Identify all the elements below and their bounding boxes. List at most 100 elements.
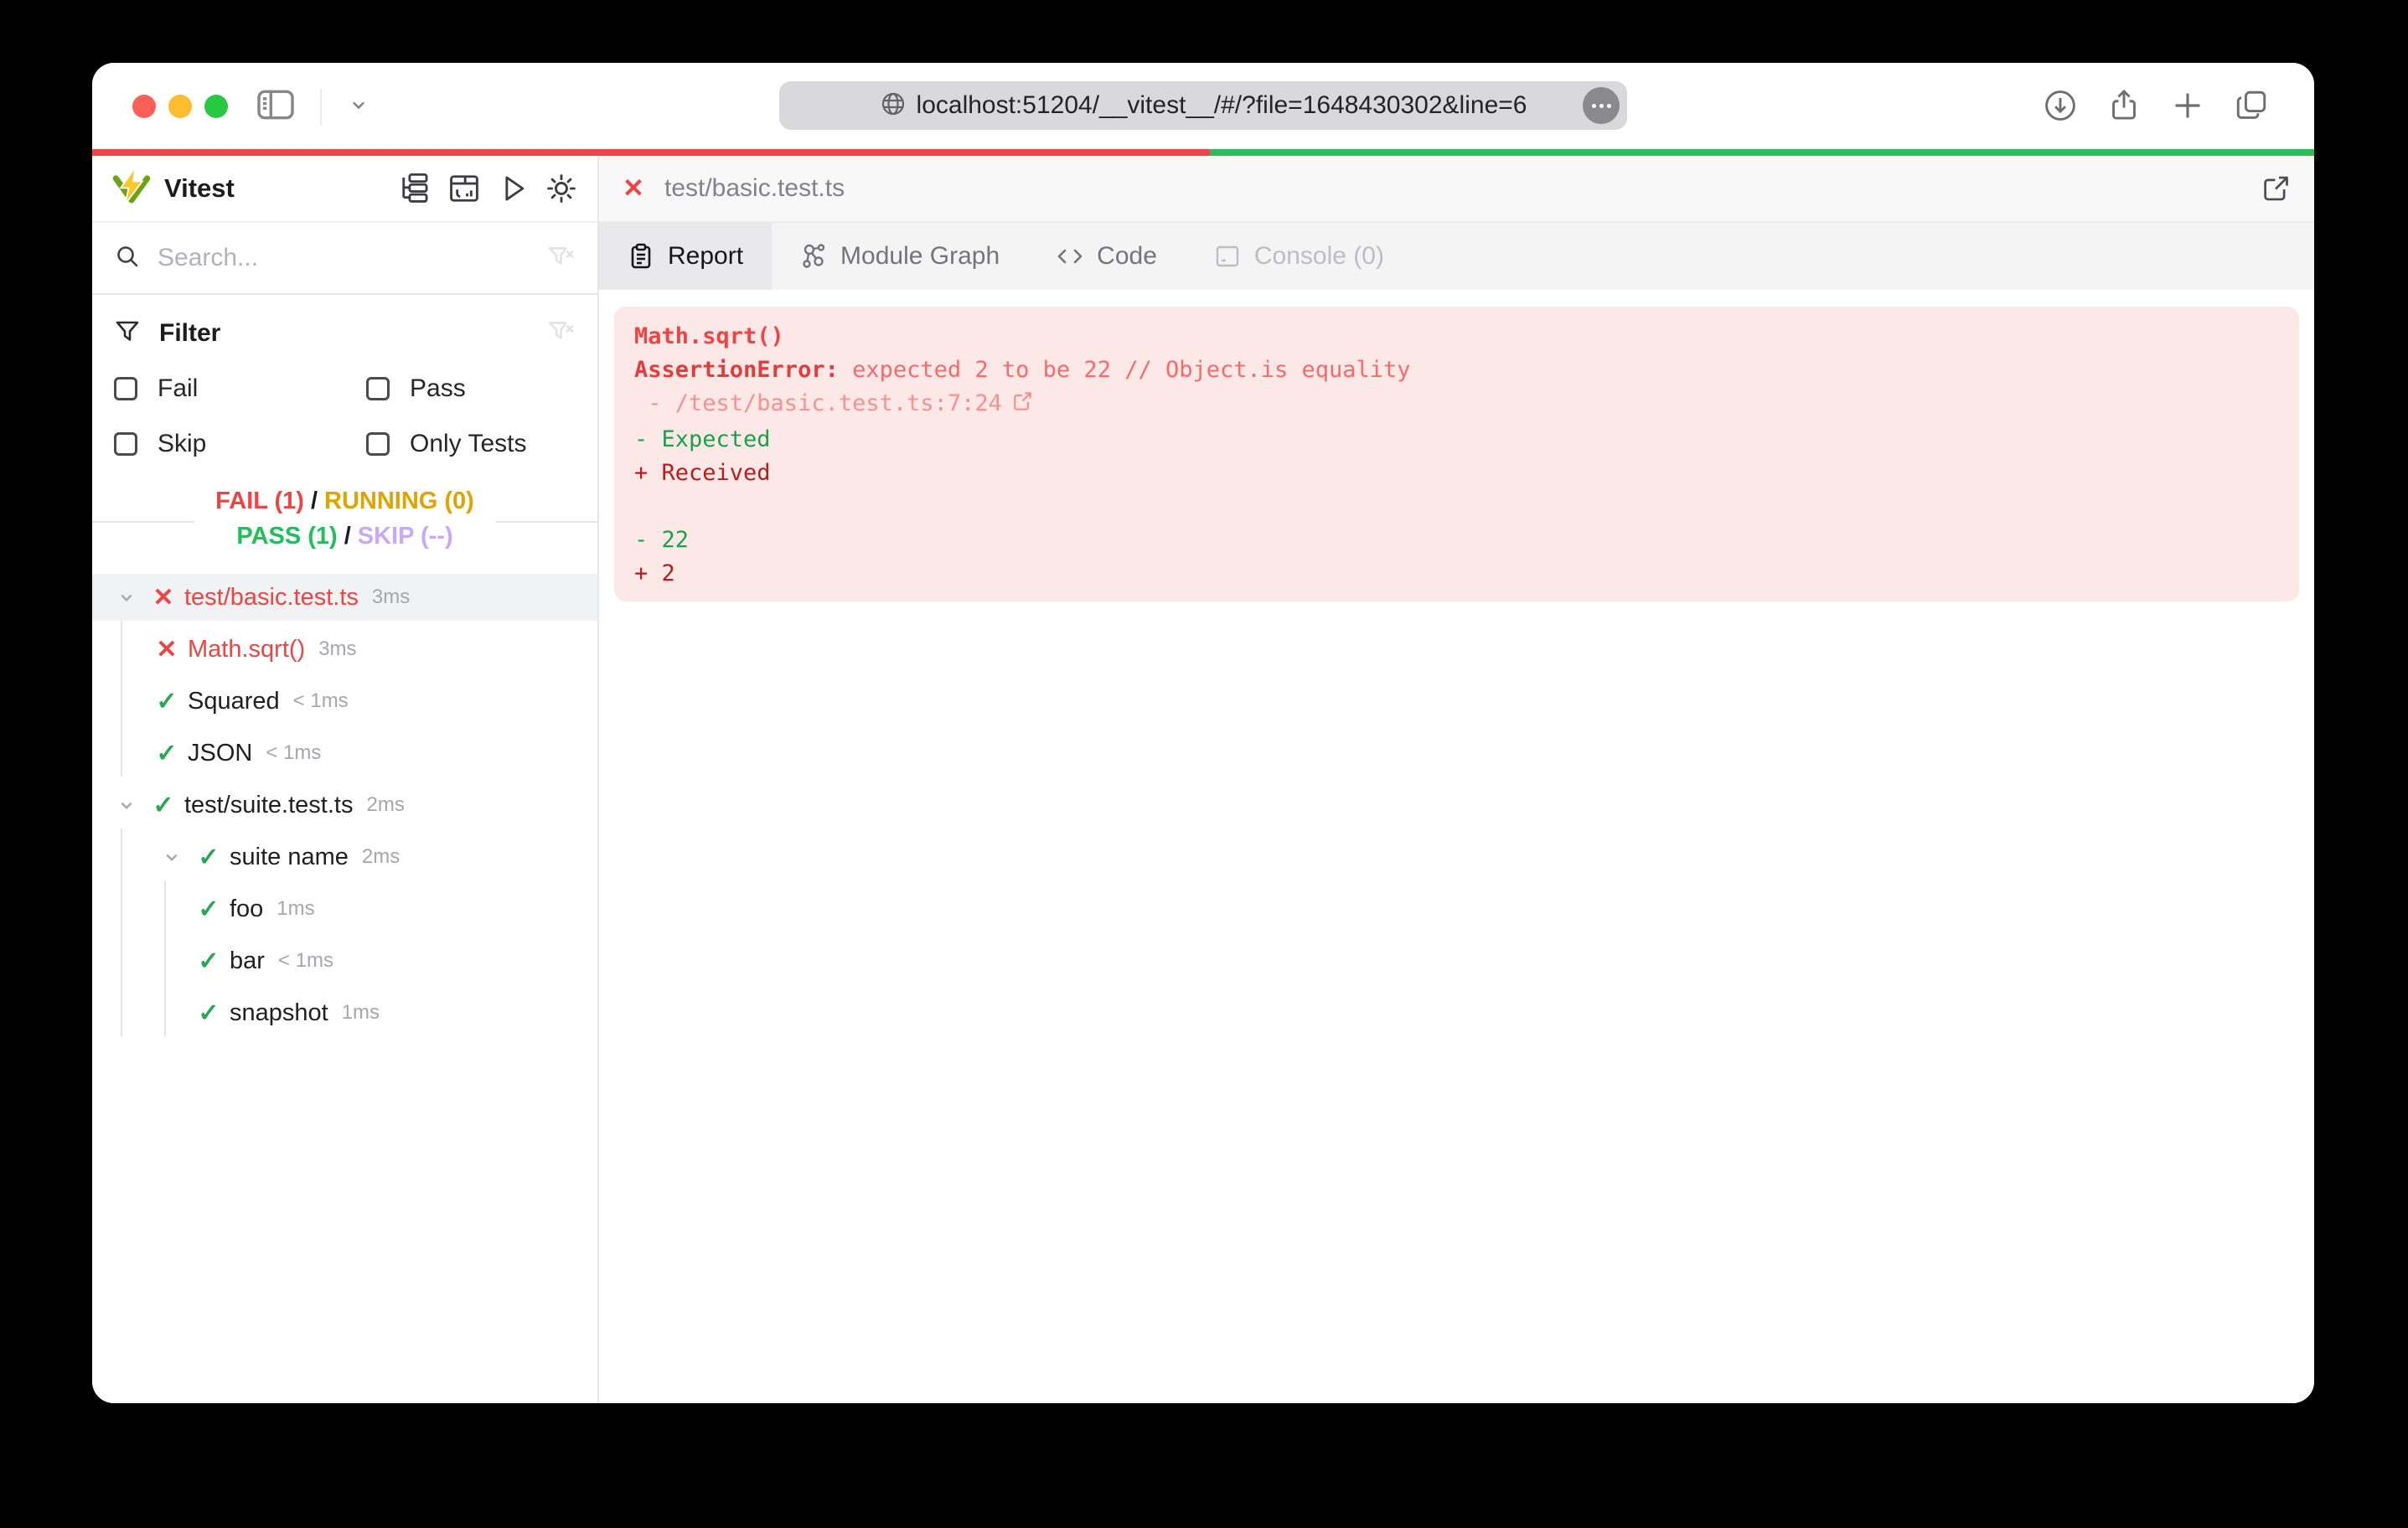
test-duration: 2ms	[361, 845, 400, 868]
tab-code[interactable]: Code	[1028, 223, 1186, 290]
toolbar-separator	[320, 88, 322, 126]
test-name: snapshot	[230, 999, 328, 1026]
checkbox	[366, 377, 390, 400]
tab-overview-icon[interactable]	[2234, 88, 2269, 127]
tab-module-graph-label: Module Graph	[840, 242, 1000, 270]
diff-expected-value: - 22	[634, 527, 690, 553]
test-name: Squared	[188, 687, 280, 715]
open-in-editor-icon[interactable]	[2261, 173, 2291, 204]
failed-test-title: Math.sqrt()	[634, 323, 784, 349]
tab-report[interactable]: Report	[599, 223, 773, 290]
clear-filters-icon[interactable]	[547, 317, 576, 349]
tab-console: Console (0)	[1186, 223, 1413, 290]
stack-trace-line: - /test/basic.test.ts:7:24	[634, 387, 2279, 423]
dashboard-icon[interactable]	[448, 173, 480, 204]
report-content: Math.sqrt() AssertionError: expected 2 t…	[599, 290, 2314, 1403]
running-count: RUNNING (0)	[324, 488, 474, 514]
tree-item-test[interactable]: ✓ foo 1ms	[92, 885, 597, 932]
sidebar: Vitest Search... Filter Fail Pass Skip O…	[92, 156, 599, 1403]
tree-item-suite[interactable]: ✓ suite name 2ms	[92, 834, 597, 880]
pass-icon: ✓	[152, 791, 174, 819]
zoom-window-button[interactable]	[204, 95, 228, 118]
tree-item-test[interactable]: ✕ Math.sqrt() 3ms	[92, 626, 597, 673]
test-name: test/suite.test.ts	[184, 791, 354, 818]
diff-blank-line	[634, 490, 2279, 524]
test-name: foo	[230, 895, 264, 922]
sidebar-header: Vitest	[92, 156, 597, 223]
tree-item-test[interactable]: ✓ Squared < 1ms	[92, 678, 597, 725]
test-tree: ✕ test/basic.test.ts 3ms ✕ Math.sqrt() 3…	[92, 560, 597, 1403]
tab-console-label: Console (0)	[1253, 242, 1384, 270]
report-icon	[628, 243, 654, 270]
tree-item-file-suite[interactable]: ✓ test/suite.test.ts 2ms	[92, 782, 597, 829]
test-duration: < 1ms	[292, 689, 349, 712]
pass-icon: ✓	[156, 739, 178, 767]
test-name: JSON	[188, 739, 253, 767]
tree-item-test[interactable]: ✓ snapshot 1ms	[92, 989, 597, 1036]
test-name: suite name	[230, 843, 349, 870]
vitest-logo-icon	[112, 167, 151, 210]
tree-item-file-basic[interactable]: ✕ test/basic.test.ts 3ms	[92, 574, 597, 621]
open-file-tab: ✕ test/basic.test.ts	[599, 156, 2314, 223]
tab-module-graph[interactable]: Module Graph	[772, 223, 1028, 290]
test-progress-bar	[92, 149, 2314, 156]
search-icon	[114, 243, 141, 274]
tree-view-toggle-icon[interactable]	[400, 173, 431, 204]
globe-icon	[880, 90, 907, 121]
filter-only-tests-checkbox[interactable]: Only Tests	[366, 430, 576, 458]
test-duration: 1ms	[276, 897, 315, 920]
filter-fail-label: Fail	[158, 374, 199, 402]
page-settings-icon[interactable]	[1583, 87, 1620, 124]
address-bar[interactable]: localhost:51204/__vitest__/#/?file=16484…	[779, 81, 1627, 130]
chevron-down-icon[interactable]	[347, 93, 370, 121]
tree-item-test[interactable]: ✓ JSON < 1ms	[92, 730, 597, 777]
tab-report-label: Report	[668, 242, 744, 270]
tab-code-label: Code	[1097, 242, 1157, 270]
test-name: bar	[230, 947, 265, 974]
open-in-editor-icon[interactable]	[1010, 390, 1034, 423]
desktop-background: localhost:51204/__vitest__/#/?file=16484…	[0, 0, 2408, 1528]
test-name: test/basic.test.ts	[184, 583, 359, 611]
file-fail-status-icon[interactable]: ✕	[623, 173, 644, 204]
filter-skip-label: Skip	[158, 430, 207, 457]
main-panel: ✕ test/basic.test.ts Report Module Graph…	[599, 156, 2314, 1403]
summary-counts: FAIL (1) / RUNNING (0) PASS (1) / SKIP (--)	[194, 483, 496, 554]
share-icon[interactable]	[2106, 88, 2142, 127]
checkbox	[366, 432, 390, 456]
sidebar-toggle-icon[interactable]	[256, 88, 295, 126]
filter-fail-checkbox[interactable]: Fail	[114, 374, 366, 403]
fail-count: FAIL (1)	[215, 488, 304, 514]
chevron-down-icon[interactable]	[116, 586, 137, 608]
filter-skip-checkbox[interactable]: Skip	[114, 430, 366, 458]
run-all-icon[interactable]	[497, 173, 529, 204]
traffic-lights	[132, 95, 228, 118]
test-duration: 3ms	[371, 586, 411, 608]
test-duration: < 1ms	[277, 949, 333, 972]
test-duration: < 1ms	[266, 741, 322, 764]
diff-expected-label: - Expected	[634, 426, 771, 452]
filter-pass-checkbox[interactable]: Pass	[366, 374, 576, 403]
test-name: Math.sqrt()	[188, 635, 306, 663]
brand: Vitest	[112, 167, 235, 210]
chevron-down-icon[interactable]	[161, 846, 183, 868]
chevron-down-icon[interactable]	[116, 794, 137, 816]
search-input[interactable]	[158, 244, 530, 272]
clear-search-filter-icon[interactable]	[547, 242, 576, 275]
test-duration: 3ms	[318, 638, 357, 660]
stack-location-link[interactable]: - /test/basic.test.ts:7:24	[634, 390, 1002, 416]
tree-item-test[interactable]: ✓ bar < 1ms	[92, 937, 597, 984]
test-duration: 1ms	[341, 1001, 380, 1024]
checkbox	[114, 377, 137, 400]
assertion-error-line: AssertionError: expected 2 to be 22 // O…	[634, 357, 1411, 383]
checkbox	[114, 432, 137, 456]
console-icon	[1214, 243, 1241, 270]
minimize-window-button[interactable]	[168, 95, 192, 118]
close-window-button[interactable]	[132, 95, 156, 118]
pass-icon: ✓	[198, 999, 220, 1027]
downloads-icon[interactable]	[2043, 88, 2078, 127]
new-tab-icon[interactable]	[2170, 88, 2205, 127]
theme-toggle-icon[interactable]	[545, 173, 577, 204]
error-panel: Math.sqrt() AssertionError: expected 2 t…	[614, 307, 2299, 601]
pass-icon: ✓	[156, 687, 178, 715]
progress-failed-segment	[92, 149, 1210, 156]
